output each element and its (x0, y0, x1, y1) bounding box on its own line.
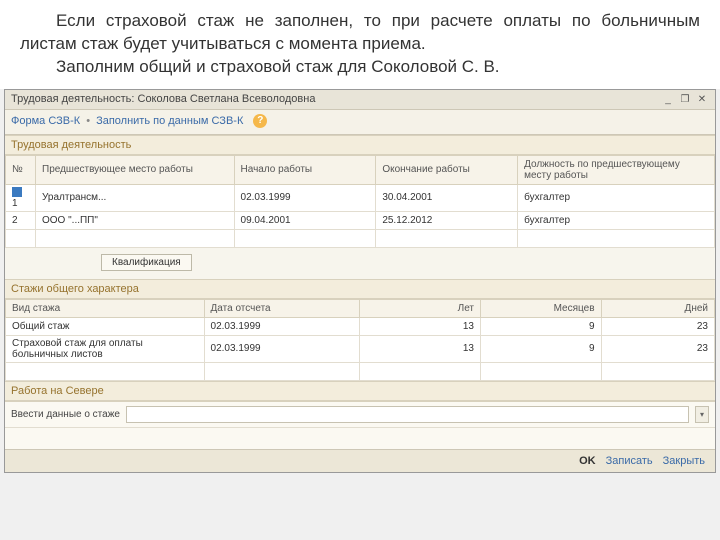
minimize-icon[interactable]: _ (661, 93, 675, 106)
col-months[interactable]: Месяцев (481, 299, 602, 317)
col-start[interactable]: Начало работы (234, 155, 376, 184)
col-date[interactable]: Дата отсчета (204, 299, 360, 317)
col-prevplace[interactable]: Предшествующее место работы (36, 155, 235, 184)
col-years[interactable]: Лет (360, 299, 481, 317)
ok-button[interactable]: OK (579, 455, 596, 467)
toolbar: Форма СЗВ-К • Заполнить по данным СЗВ-К … (5, 110, 715, 135)
close-icon[interactable]: ✕ (695, 93, 709, 106)
section-general-stage: Стажи общего характера (5, 279, 715, 299)
table-row[interactable]: 1 Уралтрансм... 02.03.1999 30.04.2001 бу… (6, 184, 715, 211)
col-num[interactable]: № (6, 155, 36, 184)
section-work-history: Трудовая деятельность (5, 135, 715, 155)
toolbar-fill-link[interactable]: Заполнить по данным СЗВ-К (96, 115, 243, 127)
north-input-row: Ввести данные о стаже ▾ (5, 401, 715, 427)
instruction-text: Если страховой стаж не заполнен, то при … (0, 0, 720, 89)
table-row[interactable]: 2 ООО "...ПП" 09.04.2001 25.12.2012 бухг… (6, 211, 715, 229)
close-button[interactable]: Закрыть (663, 455, 705, 467)
window-title: Трудовая деятельность: Соколова Светлана… (11, 93, 658, 105)
table-row[interactable] (6, 229, 715, 247)
toolbar-form-link[interactable]: Форма СЗВ-К (11, 115, 80, 127)
table-row[interactable]: Общий стаж 02.03.1999 13 9 23 (6, 317, 715, 335)
row-marker-icon (12, 187, 22, 197)
dropdown-icon[interactable]: ▾ (695, 406, 709, 423)
col-days[interactable]: Дней (601, 299, 714, 317)
qualification-button[interactable]: Квалификация (101, 254, 192, 271)
table-row[interactable]: Страховой стаж для оплаты больничных лис… (6, 335, 715, 362)
save-button[interactable]: Записать (606, 455, 653, 467)
col-position[interactable]: Должность по предшествующему месту работ… (518, 155, 715, 184)
north-label: Ввести данные о стаже (11, 409, 120, 420)
maximize-icon[interactable]: ❐ (678, 93, 692, 106)
col-kind[interactable]: Вид стажа (6, 299, 205, 317)
titlebar: Трудовая деятельность: Соколова Светлана… (5, 90, 715, 110)
col-end[interactable]: Окончание работы (376, 155, 518, 184)
stage-table: Вид стажа Дата отсчета Лет Месяцев Дней … (5, 299, 715, 381)
footer: OK Записать Закрыть (5, 449, 715, 472)
table-row[interactable] (6, 362, 715, 380)
app-window: Трудовая деятельность: Соколова Светлана… (4, 89, 716, 473)
work-history-table: № Предшествующее место работы Начало раб… (5, 155, 715, 248)
section-north: Работа на Севере (5, 381, 715, 401)
north-field[interactable] (126, 406, 689, 423)
help-icon[interactable]: ? (253, 114, 267, 128)
